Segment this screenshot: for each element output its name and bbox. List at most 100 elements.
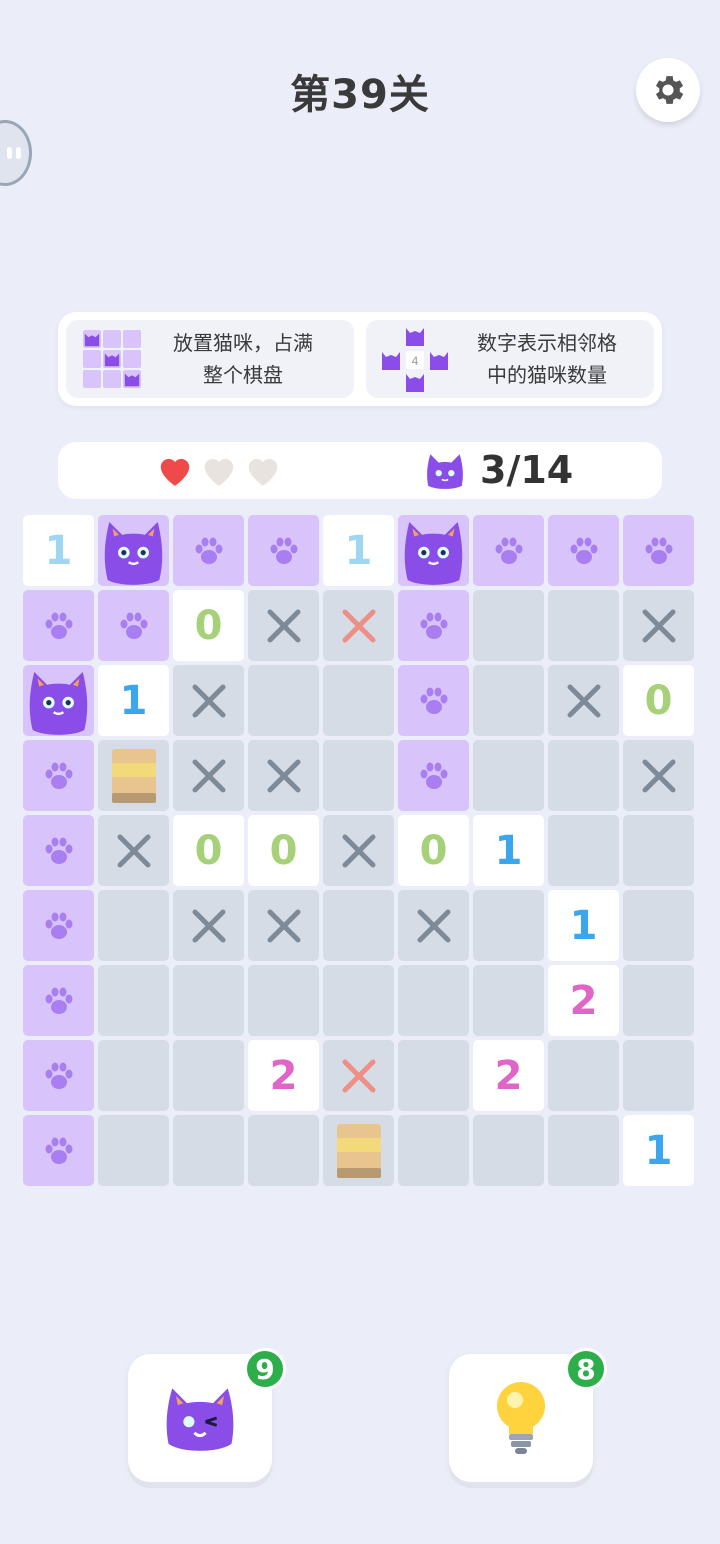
empty-cell[interactable]	[323, 665, 394, 736]
number-cell[interactable]: 1	[323, 515, 394, 586]
cross-cell[interactable]	[323, 815, 394, 886]
cross-cell[interactable]	[548, 665, 619, 736]
paw-icon	[570, 537, 597, 564]
paw-cell[interactable]	[398, 590, 469, 661]
empty-cell[interactable]	[173, 965, 244, 1036]
cross-cell[interactable]	[248, 890, 319, 961]
empty-cell[interactable]	[98, 965, 169, 1036]
paw-cell[interactable]	[23, 590, 94, 661]
empty-cell[interactable]	[548, 590, 619, 661]
paw-icon	[45, 1137, 72, 1164]
game-board: 11010000112221	[23, 515, 698, 1190]
number-cell[interactable]: 1	[623, 1115, 694, 1186]
empty-cell[interactable]	[98, 890, 169, 961]
cross-cell[interactable]	[248, 740, 319, 811]
number-cell[interactable]: 2	[473, 1040, 544, 1111]
paw-cell[interactable]	[23, 740, 94, 811]
number-cell[interactable]: 0	[248, 815, 319, 886]
cross-cell[interactable]	[173, 740, 244, 811]
box-cell[interactable]	[98, 740, 169, 811]
paw-cell[interactable]	[473, 515, 544, 586]
cross-cell[interactable]	[248, 590, 319, 661]
empty-cell[interactable]	[623, 1040, 694, 1111]
box-cell[interactable]	[323, 1115, 394, 1186]
number-cell[interactable]: 2	[248, 1040, 319, 1111]
empty-cell[interactable]	[548, 740, 619, 811]
lightbulb-hint-button[interactable]: 8	[449, 1348, 607, 1482]
empty-cell[interactable]	[548, 815, 619, 886]
number-cell[interactable]: 0	[398, 815, 469, 886]
number-cell[interactable]: 0	[173, 815, 244, 886]
cross-icon	[342, 1059, 375, 1092]
empty-cell[interactable]	[473, 740, 544, 811]
paw-cell[interactable]	[623, 515, 694, 586]
empty-cell[interactable]	[173, 1115, 244, 1186]
cat-cell[interactable]	[398, 515, 469, 586]
cat-hint-count-badge: 9	[244, 1348, 286, 1390]
paw-icon	[120, 612, 147, 639]
paw-cell[interactable]	[23, 1115, 94, 1186]
red-cross-cell[interactable]	[323, 590, 394, 661]
number-value: 0	[644, 677, 673, 724]
paw-cell[interactable]	[98, 590, 169, 661]
paw-cell[interactable]	[398, 740, 469, 811]
paw-cell[interactable]	[23, 965, 94, 1036]
empty-cell[interactable]	[548, 1040, 619, 1111]
empty-cell[interactable]	[398, 1115, 469, 1186]
empty-cell[interactable]	[248, 1115, 319, 1186]
empty-cell[interactable]	[473, 590, 544, 661]
settings-button[interactable]	[636, 58, 700, 122]
cross-cell[interactable]	[398, 890, 469, 961]
number-cell[interactable]: 1	[98, 665, 169, 736]
empty-cell[interactable]	[398, 965, 469, 1036]
empty-cell[interactable]	[248, 965, 319, 1036]
empty-cell[interactable]	[623, 890, 694, 961]
empty-cell[interactable]	[98, 1040, 169, 1111]
paw-cell[interactable]	[248, 515, 319, 586]
cross-icon	[417, 909, 450, 942]
paw-cell[interactable]	[398, 665, 469, 736]
winking-cat-icon	[166, 1388, 234, 1451]
number-cell[interactable]: 1	[548, 890, 619, 961]
paw-icon	[270, 537, 297, 564]
cross-icon	[642, 759, 675, 792]
paw-cell[interactable]	[23, 890, 94, 961]
cross-cell[interactable]	[173, 665, 244, 736]
paw-cell[interactable]	[23, 815, 94, 886]
empty-cell[interactable]	[323, 965, 394, 1036]
empty-cell[interactable]	[398, 1040, 469, 1111]
cat-cell[interactable]	[23, 665, 94, 736]
empty-cell[interactable]	[623, 815, 694, 886]
empty-cell[interactable]	[473, 1115, 544, 1186]
empty-cell[interactable]	[548, 1115, 619, 1186]
cross-cell[interactable]	[623, 590, 694, 661]
number-cell[interactable]: 1	[23, 515, 94, 586]
paw-cell[interactable]	[548, 515, 619, 586]
cross-icon	[642, 609, 675, 642]
number-cell[interactable]: 0	[623, 665, 694, 736]
empty-cell[interactable]	[623, 965, 694, 1036]
cross-cell[interactable]	[98, 815, 169, 886]
empty-cell[interactable]	[473, 890, 544, 961]
empty-cell[interactable]	[173, 1040, 244, 1111]
empty-cell[interactable]	[323, 740, 394, 811]
number-value: 1	[644, 1127, 673, 1174]
number-cell[interactable]: 2	[548, 965, 619, 1036]
cat-hint-button[interactable]: 9	[128, 1348, 286, 1482]
number-cell[interactable]: 1	[473, 815, 544, 886]
cross-icon	[192, 909, 225, 942]
side-menu-handle[interactable]	[0, 120, 32, 186]
red-cross-cell[interactable]	[323, 1040, 394, 1111]
empty-cell[interactable]	[98, 1115, 169, 1186]
empty-cell[interactable]	[323, 890, 394, 961]
paw-cell[interactable]	[173, 515, 244, 586]
paw-cell[interactable]	[23, 1040, 94, 1111]
empty-cell[interactable]	[473, 665, 544, 736]
cross-cell[interactable]	[623, 740, 694, 811]
cat-cell[interactable]	[98, 515, 169, 586]
number-value: 2	[494, 1052, 523, 1099]
number-cell[interactable]: 0	[173, 590, 244, 661]
empty-cell[interactable]	[473, 965, 544, 1036]
empty-cell[interactable]	[248, 665, 319, 736]
cross-cell[interactable]	[173, 890, 244, 961]
